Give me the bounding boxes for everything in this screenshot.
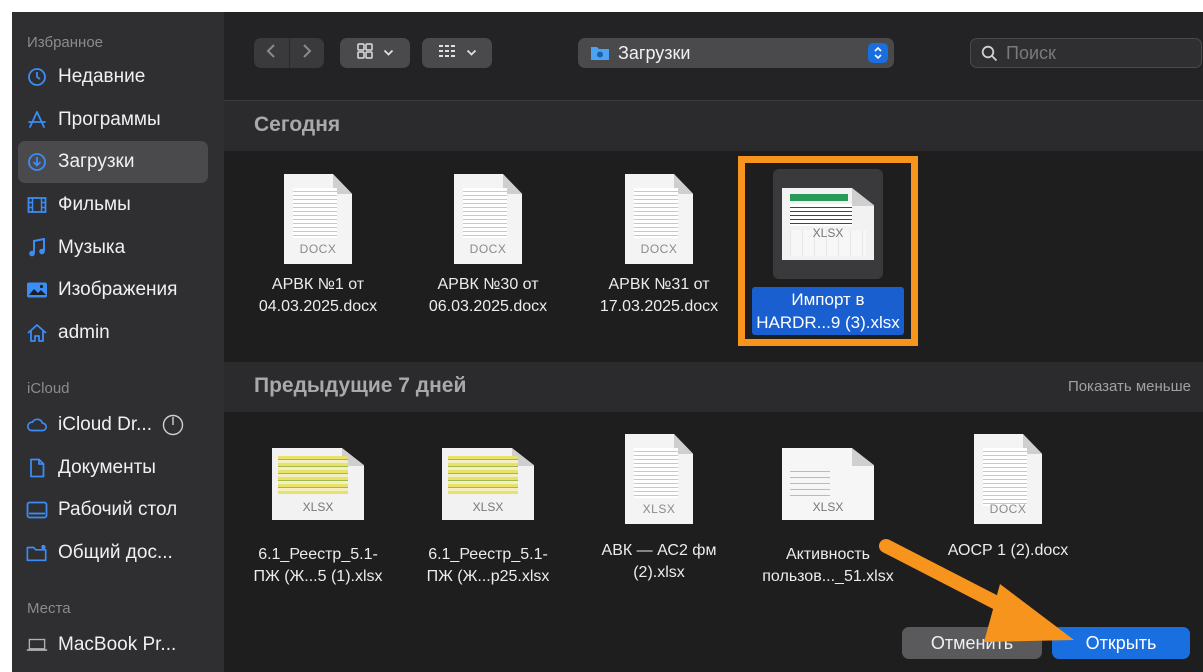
file-name: 6.1_Реестр_5.1- ПЖ (Ж...р25.xlsx	[426, 546, 550, 585]
sidebar-item-downloads[interactable]: Загрузки	[18, 141, 208, 183]
search-field[interactable]: Поиск	[970, 38, 1202, 68]
nav-buttons	[254, 38, 324, 68]
group-header-today: Сегодня	[224, 101, 1203, 151]
sidebar-item-home[interactable]: admin	[18, 312, 208, 354]
file-name: АРВК №30 от 06.03.2025.docx	[428, 276, 548, 315]
sidebar-item-label: Рабочий стол	[58, 499, 178, 520]
chevron-right-icon	[302, 43, 312, 64]
clock-icon	[26, 66, 48, 88]
xlsx-file-icon: XLSX	[782, 448, 874, 520]
sidebar-section-icloud: iCloud	[27, 380, 70, 397]
sidebar-item-macbook[interactable]: MacBook Pr...	[18, 624, 208, 666]
sidebar-item-documents[interactable]: Документы	[18, 447, 208, 489]
file-item-selected[interactable]: XLSX Импорт в HARDR...9 (3).xlsx	[743, 169, 913, 335]
sidebar-item-icloud-drive[interactable]: iCloud Dr...	[18, 404, 208, 446]
sidebar-item-shared[interactable]: Общий дос...	[18, 532, 208, 574]
sidebar-item-label: admin	[58, 322, 110, 343]
grid-view-icon	[356, 42, 374, 65]
toolbar: Загрузки Поиск	[224, 12, 1203, 101]
chevron-updown-icon	[868, 43, 888, 63]
download-icon	[26, 151, 48, 173]
file-item[interactable]: XLSX 6.1_Реестр_5.1- ПЖ (Ж...5 (1).xlsx	[233, 440, 403, 588]
thumbnail-selection: XLSX	[773, 169, 883, 279]
cloud-icon	[26, 414, 48, 436]
search-input[interactable]: Поиск	[1006, 43, 1056, 64]
home-icon	[26, 322, 48, 344]
group-grid-icon	[437, 43, 457, 64]
file-item[interactable]: DOCX АРВК №31 от 17.03.2025.docx	[574, 174, 744, 318]
xlsx-file-icon: XLSX	[782, 188, 874, 260]
chevron-left-icon	[266, 43, 276, 64]
sidebar-item-movies[interactable]: Фильмы	[18, 184, 208, 226]
sync-progress-icon	[162, 414, 184, 436]
apps-icon	[26, 109, 48, 131]
location-popup[interactable]: Загрузки	[578, 38, 894, 68]
photo-icon	[26, 279, 48, 301]
file-name: 6.1_Реестр_5.1- ПЖ (Ж...5 (1).xlsx	[253, 546, 383, 585]
sidebar-item-label: Фильмы	[58, 194, 131, 215]
docx-file-icon: DOCX	[974, 434, 1042, 524]
music-icon	[26, 237, 48, 259]
sidebar-item-label: Музыка	[58, 237, 126, 258]
sidebar-item-label: Изображения	[58, 279, 178, 300]
location-label: Загрузки	[618, 42, 691, 63]
file-name: АРВК №31 от 17.03.2025.docx	[599, 276, 719, 315]
search-icon	[981, 45, 998, 62]
file-name-selected: Импорт в HARDR...9 (3).xlsx	[743, 287, 913, 335]
document-icon	[26, 457, 48, 479]
group-title: Предыдущие 7 дней	[254, 374, 467, 397]
file-name: АРВК №1 от 04.03.2025.docx	[258, 276, 378, 315]
downloads-folder-icon	[590, 45, 610, 61]
show-less-button[interactable]: Показать меньше	[1068, 378, 1191, 395]
laptop-icon	[26, 634, 48, 656]
chevron-down-icon	[383, 49, 394, 57]
sidebar-item-music[interactable]: Музыка	[18, 227, 208, 269]
annotation-arrow	[879, 539, 1074, 642]
file-item[interactable]: XLSX 6.1_Реестр_5.1- ПЖ (Ж...р25.xlsx	[403, 440, 573, 588]
sidebar-item-label: Недавние	[58, 66, 146, 87]
sidebar-item-recents[interactable]: Недавние	[18, 56, 208, 98]
chevron-down-icon	[466, 49, 477, 57]
sidebar-item-label: Документы	[58, 457, 156, 478]
xlsx-file-icon: XLSX	[272, 448, 364, 520]
docx-file-icon: DOCX	[454, 174, 522, 264]
back-button[interactable]	[254, 38, 290, 68]
file-name: АВК — АС2 фм (2).xlsx	[601, 542, 717, 581]
xlsx-file-icon: XLSX	[625, 434, 693, 524]
file-open-dialog: Избранное Недавние Программы Загрузки Фи…	[12, 12, 1203, 672]
desktop-icon	[26, 499, 48, 521]
sidebar: Избранное Недавние Программы Загрузки Фи…	[12, 12, 224, 672]
sidebar-item-label: iCloud Dr...	[58, 414, 152, 435]
file-item[interactable]: DOCX АРВК №1 от 04.03.2025.docx	[233, 174, 403, 318]
docx-file-icon: DOCX	[625, 174, 693, 264]
xlsx-file-icon: XLSX	[442, 448, 534, 520]
sidebar-section-favorites: Избранное	[27, 34, 104, 51]
docx-file-icon: DOCX	[284, 174, 352, 264]
shared-folder-icon	[26, 542, 48, 564]
file-item[interactable]: XLSX АВК — АС2 фм (2).xlsx	[574, 434, 744, 584]
group-by-button[interactable]	[422, 38, 492, 68]
file-item[interactable]: DOCX АРВК №30 от 06.03.2025.docx	[403, 174, 573, 318]
group-title: Сегодня	[254, 113, 341, 136]
forward-button[interactable]	[290, 38, 325, 68]
sidebar-item-label: Загрузки	[58, 151, 135, 172]
sidebar-item-label: Программы	[58, 109, 161, 130]
group-header-previous-7-days: Предыдущие 7 дней Показать меньше	[224, 362, 1203, 412]
sidebar-section-places: Места	[27, 600, 71, 617]
view-mode-button[interactable]	[340, 38, 410, 68]
film-icon	[26, 194, 48, 216]
sidebar-item-label: MacBook Pr...	[58, 634, 177, 655]
sidebar-item-desktop[interactable]: Рабочий стол	[18, 489, 208, 531]
sidebar-item-label: Общий дос...	[58, 542, 173, 563]
sidebar-item-pictures[interactable]: Изображения	[18, 269, 208, 311]
sidebar-item-applications[interactable]: Программы	[18, 99, 208, 141]
